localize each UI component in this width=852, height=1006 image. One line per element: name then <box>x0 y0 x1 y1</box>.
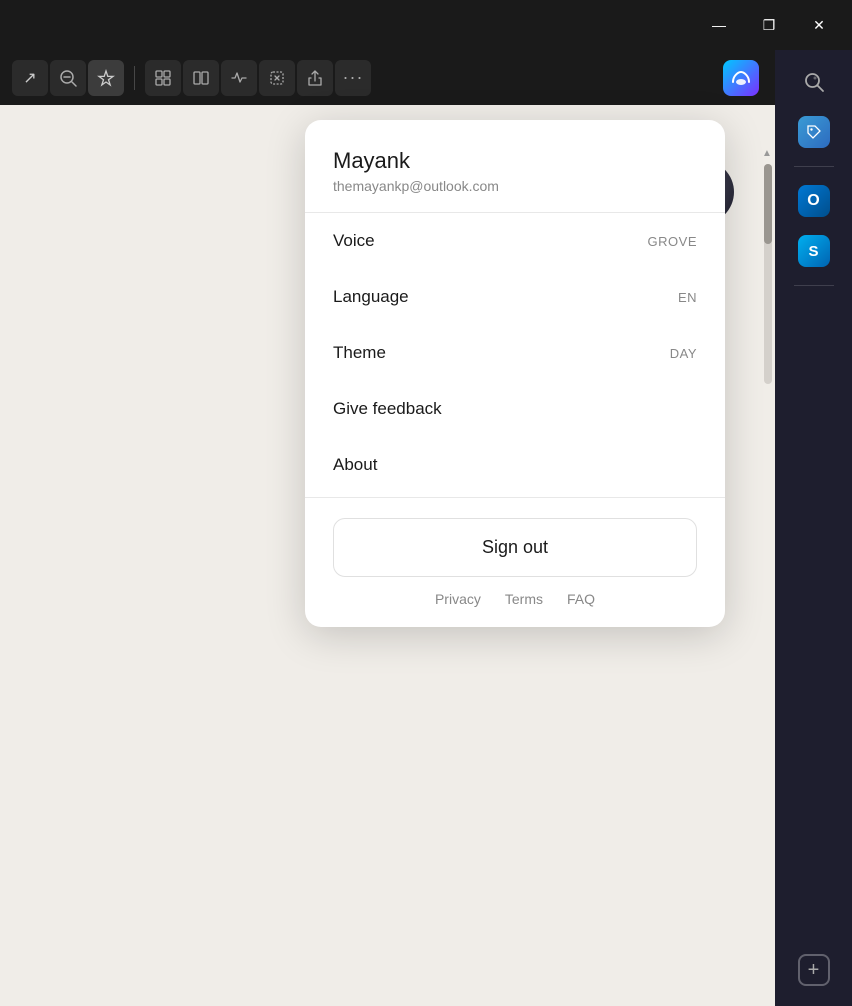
copilot-button[interactable] <box>719 56 763 100</box>
faq-link[interactable]: FAQ <box>567 591 595 607</box>
theme-menu-item[interactable]: Theme DAY <box>333 325 697 381</box>
close-button[interactable]: ✕ <box>796 10 842 40</box>
profile-email: themayankp@outlook.com <box>333 178 697 194</box>
toolbar-nav-group: ↗ <box>12 60 124 96</box>
language-menu-item[interactable]: Language EN <box>333 269 697 325</box>
scrollbar-track <box>764 164 772 384</box>
open-tab-button[interactable]: ↗ <box>12 60 48 96</box>
about-menu-item[interactable]: About <box>333 437 697 493</box>
feedback-menu-item[interactable]: Give feedback <box>333 381 697 437</box>
about-label: About <box>333 455 377 475</box>
extensions-button[interactable] <box>145 60 181 96</box>
sidebar-divider-2 <box>794 285 834 286</box>
window-controls: — ❐ ✕ <box>696 10 842 40</box>
theme-label: Theme <box>333 343 386 363</box>
profile-popup: Mayank themayankp@outlook.com Voice GROV… <box>305 120 725 627</box>
feedback-label: Give feedback <box>333 399 442 419</box>
privacy-link[interactable]: Privacy <box>435 591 481 607</box>
sidebar-skype-button[interactable]: S <box>792 229 836 273</box>
sidebar-outlook-button[interactable]: O <box>792 179 836 223</box>
popup-footer: Privacy Terms FAQ <box>333 591 697 607</box>
minimize-button[interactable]: — <box>696 10 742 40</box>
sidebar: O S + <box>775 50 852 1006</box>
screenshot-button[interactable] <box>259 60 295 96</box>
sidebar-divider-1 <box>794 166 834 167</box>
zoom-out-button[interactable] <box>50 60 86 96</box>
profile-name: Mayank <box>333 148 697 174</box>
theme-value: DAY <box>670 346 697 361</box>
heart-monitor-button[interactable] <box>221 60 257 96</box>
sign-out-button[interactable]: Sign out <box>333 518 697 577</box>
scroll-up-arrow[interactable]: ▲ <box>759 145 775 161</box>
toolbar-tools-group: ··· <box>145 60 371 96</box>
voice-menu-item[interactable]: Voice GROVE <box>333 213 697 269</box>
restore-button[interactable]: ❐ <box>746 10 792 40</box>
favorite-button[interactable] <box>88 60 124 96</box>
share-button[interactable] <box>297 60 333 96</box>
sidebar-tag-button[interactable] <box>792 110 836 154</box>
divider-2 <box>305 497 725 498</box>
scrollbar-thumb[interactable] <box>764 164 772 244</box>
voice-value: GROVE <box>648 234 697 249</box>
toolbar-divider-1 <box>134 66 135 90</box>
more-button[interactable]: ··· <box>335 60 371 96</box>
split-view-button[interactable] <box>183 60 219 96</box>
language-label: Language <box>333 287 409 307</box>
title-bar: — ❐ ✕ <box>0 0 852 50</box>
toolbar: ↗ <box>0 50 775 105</box>
voice-label: Voice <box>333 231 375 251</box>
language-value: EN <box>678 290 697 305</box>
sidebar-search-button[interactable] <box>792 60 836 104</box>
terms-link[interactable]: Terms <box>505 591 543 607</box>
sidebar-add-button[interactable]: + <box>798 954 830 986</box>
add-icon: + <box>808 959 820 982</box>
